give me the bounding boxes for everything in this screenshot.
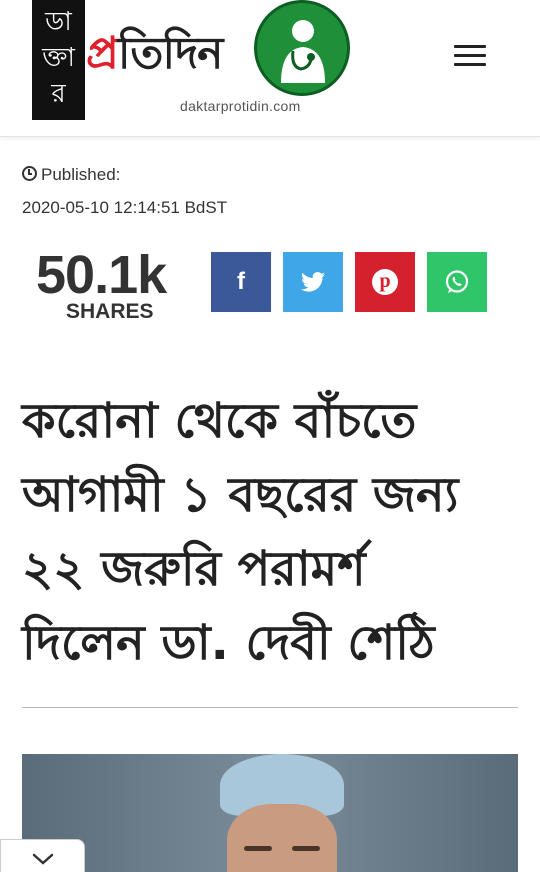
logo-char-3: র [51, 79, 66, 109]
logo-char-1: ডা [45, 7, 72, 37]
clock-icon [22, 166, 37, 181]
collapse-toggle-button[interactable] [0, 839, 85, 872]
title-divider [22, 707, 518, 708]
title-line-3: ২২ জরুরি পরামর্শ [22, 541, 366, 597]
logo-url: daktarprotidin.com [180, 98, 301, 114]
logo-wordmark-red: প্র [86, 28, 119, 79]
pinterest-icon: p [372, 269, 398, 295]
whatsapp-icon [445, 270, 469, 293]
logo-black-block: ডা ক্তা র [32, 0, 85, 120]
site-header: ডা ক্তা র প্রতিদিন daktarprotidin.com [0, 0, 540, 137]
doctor-logo-icon [254, 0, 350, 96]
pinterest-share-button[interactable]: p [355, 252, 415, 312]
logo-wordmark-dark: তিদিন [117, 28, 224, 79]
article-hero-image[interactable] [22, 754, 518, 872]
whatsapp-share-button[interactable] [427, 252, 487, 312]
published-date: 2020-05-10 12:14:51 BdST [22, 198, 228, 217]
share-count: 50.1k [36, 245, 167, 305]
title-line-4: দিলেন ডা. দেবী শেঠি [22, 615, 435, 671]
share-label: SHARES [66, 300, 154, 323]
facebook-icon: f [237, 268, 245, 295]
logo-wordmark: প্রতিদিন [86, 20, 224, 93]
twitter-share-button[interactable] [283, 252, 343, 312]
twitter-icon [301, 272, 325, 292]
doctor-face [227, 804, 337, 872]
logo-char-2: ক্তা [42, 43, 75, 73]
hamburger-menu-icon[interactable] [454, 45, 488, 77]
pinterest-glyph: p [379, 270, 391, 292]
title-line-1: করোনা থেকে বাঁচতে [22, 393, 417, 449]
site-logo[interactable]: ডা ক্তা র প্রতিদিন daktarprotidin.com [32, 0, 354, 121]
left-eyebrow [244, 846, 272, 851]
title-line-2: আগামী ১ বছরের জন্য [22, 467, 459, 523]
facebook-share-button[interactable]: f [211, 252, 271, 312]
article-title: করোনা থেকে বাঁচতে আগামী ১ বছরের জন্য ২২ … [22, 384, 522, 680]
published-label-row: Published: [22, 165, 120, 185]
published-label: Published: [41, 165, 121, 184]
right-eyebrow [292, 846, 320, 851]
chevron-down-icon [32, 853, 53, 865]
